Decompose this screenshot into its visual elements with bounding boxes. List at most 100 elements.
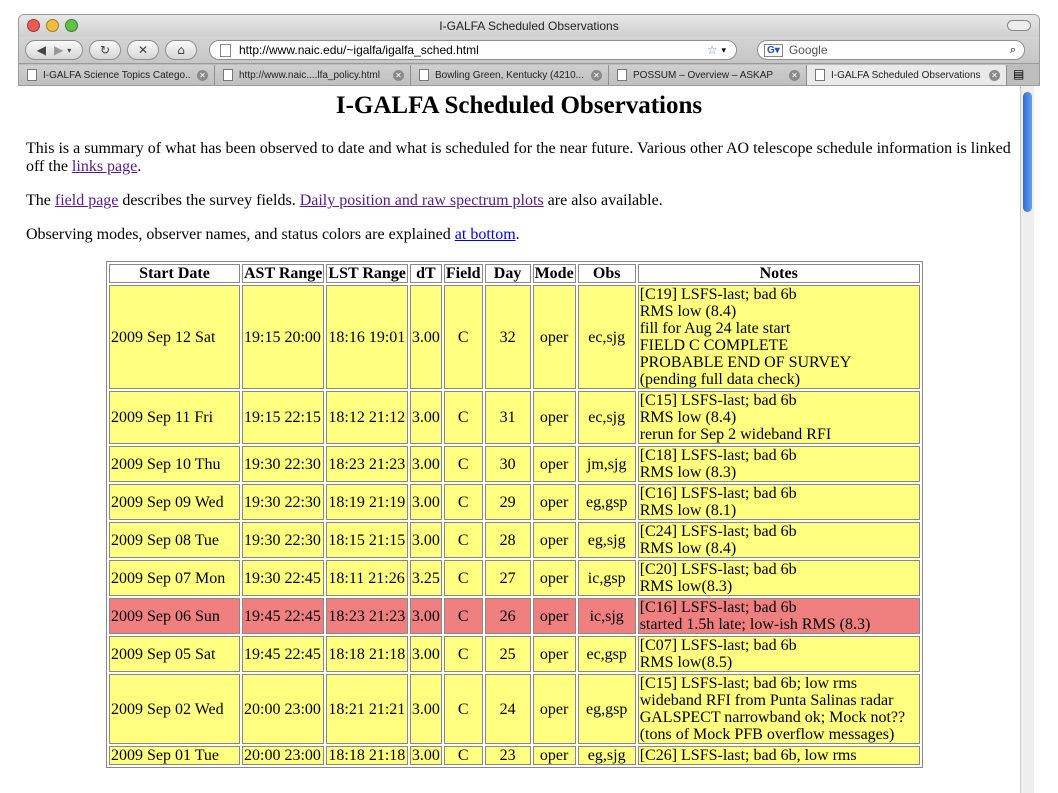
- cell-start-date: 2009 Sep 06 Sun: [109, 598, 240, 634]
- note-line: started 1.5h late; low-ish RMS (8.3): [639, 616, 871, 633]
- cell-dt: 3.00: [409, 484, 442, 520]
- tab-science-topics[interactable]: I-GALFA Science Topics Catego... ✕: [19, 65, 215, 85]
- tab-bar: I-GALFA Science Topics Catego... ✕ http:…: [19, 63, 1039, 85]
- cell-day: 31: [484, 391, 531, 444]
- table-row: 2009 Sep 01 Tue 20:00 23:00 18:18 21:18 3.0…: [109, 746, 920, 765]
- cell-ast-range: 19:30 22:30: [242, 522, 325, 558]
- note-line: FIELD C COMPLETE: [639, 337, 789, 354]
- cell-dt: 3.00: [409, 598, 442, 634]
- cell-ast-range: 19:30 22:30: [242, 484, 325, 520]
- cell-notes: [C19] LSFS-last; bad 6b RMS low (8.4) fill…: [637, 285, 920, 389]
- google-engine-icon[interactable]: G▾: [764, 43, 783, 57]
- cell-field: C: [443, 598, 483, 634]
- window-title: I-GALFA Scheduled Observations: [439, 19, 619, 33]
- cell-obs: ec,sjg: [577, 391, 636, 444]
- note-line: [C16] LSFS-last; bad 6b: [639, 599, 797, 616]
- forward-arrow-icon[interactable]: ▶: [54, 43, 63, 57]
- cell-start-date: 2009 Sep 09 Wed: [109, 484, 240, 520]
- note-line: RMS low (8.1): [639, 502, 737, 519]
- cell-notes: [C15] LSFS-last; bad 6b RMS low (8.4) reru…: [637, 391, 920, 444]
- table-row: 2009 Sep 12 Sat 19:15 20:00 18:16 19:01 3.0…: [109, 285, 920, 389]
- page-icon: [27, 69, 37, 81]
- close-tab-icon[interactable]: ✕: [789, 69, 800, 81]
- field-page-link[interactable]: field page: [55, 192, 119, 209]
- stop-button[interactable]: ✕: [127, 40, 159, 60]
- cell-mode: oper: [532, 674, 576, 744]
- window-edge: [1034, 14, 1058, 793]
- cell-lst-range: 18:16 19:01: [326, 285, 408, 389]
- cell-start-date: 2009 Sep 07 Mon: [109, 560, 240, 596]
- at-bottom-link[interactable]: at bottom: [455, 226, 516, 243]
- cell-mode: oper: [532, 746, 576, 765]
- cell-ast-range: 19:45 22:45: [242, 598, 325, 634]
- table-row: 2009 Sep 09 Wed 19:30 22:30 18:19 21:19 3.0…: [109, 484, 920, 520]
- cell-obs: ic,sjg: [577, 598, 636, 634]
- vertical-scrollbar[interactable]: [1020, 86, 1034, 793]
- cell-start-date: 2009 Sep 01 Tue: [109, 746, 240, 765]
- close-tab-icon[interactable]: ✕: [591, 69, 602, 81]
- tab-possum[interactable]: POSSUM – Overview – ASKAP ✕: [609, 65, 807, 85]
- cell-dt: 3.00: [409, 285, 442, 389]
- cell-start-date: 2009 Sep 08 Tue: [109, 522, 240, 558]
- cell-start-date: 2009 Sep 10 Thu: [109, 446, 240, 482]
- daily-plots-link[interactable]: Daily position and raw spectrum plots: [300, 192, 544, 209]
- stop-icon: ✕: [137, 43, 149, 57]
- cell-field: C: [443, 636, 483, 672]
- header-ast-range: AST Range: [242, 264, 325, 283]
- cell-lst-range: 18:18 21:18: [326, 746, 408, 765]
- note-line: [C15] LSFS-last; bad 6b; low rms: [639, 675, 858, 692]
- history-dropdown-icon[interactable]: ▾: [67, 46, 71, 55]
- cell-field: C: [443, 560, 483, 596]
- cell-day: 28: [484, 522, 531, 558]
- fields-paragraph: The field page describes the survey fiel…: [26, 192, 663, 209]
- close-tab-icon[interactable]: ✕: [989, 69, 1000, 81]
- browser-chrome: I-GALFA Scheduled Observations ◀ ▶ ▾ ↻ ✕…: [18, 14, 1040, 86]
- back-forward-group: ◀ ▶ ▾: [25, 40, 83, 60]
- tab-policy[interactable]: http://www.naic....lfa_policy.html ✕: [215, 65, 411, 85]
- cell-field: C: [443, 285, 483, 389]
- back-arrow-icon[interactable]: ◀: [37, 43, 46, 57]
- title-bar: I-GALFA Scheduled Observations: [19, 15, 1039, 37]
- tab-list-icon[interactable]: ▤: [1013, 67, 1024, 81]
- home-button[interactable]: ⌂: [165, 40, 197, 60]
- search-bar[interactable]: G▾ Google ⌕: [757, 40, 1025, 60]
- cell-notes: [C15] LSFS-last; bad 6b; low rms wideband…: [637, 674, 920, 744]
- cell-ast-range: 20:00 23:00: [242, 746, 325, 765]
- tab-igalfa-sched[interactable]: I-GALFA Scheduled Observations ✕: [807, 65, 1007, 85]
- url-text: http://www.naic.edu/~igalfa/igalfa_sched…: [239, 43, 479, 57]
- note-line: (tons of Mock PFB overflow messages): [639, 726, 895, 743]
- cell-notes: [C20] LSFS-last; bad 6b RMS low(8.3): [637, 560, 920, 596]
- note-line: [C18] LSFS-last; bad 6b: [639, 447, 797, 464]
- header-day: Day: [484, 264, 531, 283]
- cell-mode: oper: [532, 598, 576, 634]
- table-row: 2009 Sep 10 Thu 19:30 22:30 18:23 21:23 3.0…: [109, 446, 920, 482]
- reload-icon: ↻: [99, 43, 111, 57]
- cell-field: C: [443, 446, 483, 482]
- address-bar[interactable]: http://www.naic.edu/~igalfa/igalfa_sched…: [209, 40, 737, 60]
- cell-notes: [C18] LSFS-last; bad 6b RMS low (8.3): [637, 446, 920, 482]
- reload-button[interactable]: ↻: [89, 40, 121, 60]
- bookmark-star-icon[interactable]: ☆: [707, 43, 718, 57]
- toolbar-toggle-button[interactable]: [1007, 20, 1031, 31]
- cell-dt: 3.00: [409, 522, 442, 558]
- url-dropdown-icon[interactable]: ▾: [721, 45, 726, 56]
- tab-bowling-green[interactable]: Bowling Green, Kentucky (4210... ✕: [411, 65, 609, 85]
- close-tab-icon[interactable]: ✕: [393, 69, 404, 81]
- close-tab-icon[interactable]: ✕: [197, 69, 208, 81]
- search-icon[interactable]: ⌕: [1010, 44, 1016, 57]
- header-mode: Mode: [532, 264, 576, 283]
- cell-dt: 3.25: [409, 560, 442, 596]
- scrollbar-thumb[interactable]: [1023, 92, 1032, 212]
- page-title: I-GALFA Scheduled Observations: [335, 92, 703, 119]
- note-line: RMS low (8.4): [639, 303, 737, 320]
- table-row: 2009 Sep 02 Wed 20:00 23:00 18:21 21:21 3.0…: [109, 674, 920, 744]
- table-row: 2009 Sep 05 Sat 19:45 22:45 18:18 21:18 3.0…: [109, 636, 920, 672]
- links-page-link[interactable]: links page: [72, 158, 137, 175]
- cell-lst-range: 18:11 21:26: [326, 560, 408, 596]
- search-input: Google: [788, 43, 828, 57]
- cell-ast-range: 19:30 22:30: [242, 446, 325, 482]
- cell-ast-range: 19:15 20:00: [242, 285, 325, 389]
- cell-ast-range: 19:15 22:15: [242, 391, 325, 444]
- cell-start-date: 2009 Sep 11 Fri: [109, 391, 240, 444]
- nav-toolbar: ◀ ▶ ▾ ↻ ✕ ⌂ http://www.naic.edu/~igalfa/…: [19, 37, 1039, 63]
